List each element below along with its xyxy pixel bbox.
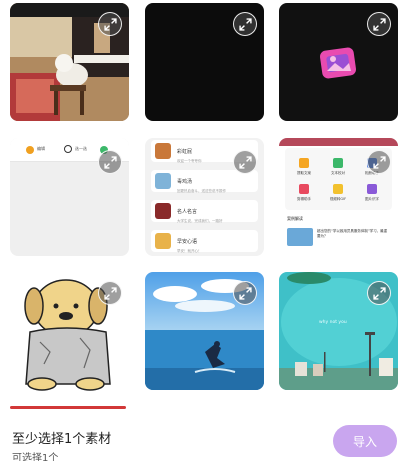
expand-arrows-icon (372, 286, 386, 300)
toolbar-mid-label: 选一选 (75, 146, 87, 151)
expand-arrows-icon (372, 155, 386, 169)
media-picker: 编辑 选一选 彩虹屁欢迎一个夸夸你 毒鸡汤回更热血奋斗，送这些说不振作 名人名言… (0, 0, 403, 461)
refresh-icon (64, 145, 72, 153)
media-tile-surfer-sea[interactable] (145, 272, 264, 390)
item-sub: 早安！就开心！ (177, 249, 202, 253)
next-row-peek (10, 406, 126, 409)
card-text: 超出您的“学以致用员具服务体制”学习，最重要为？ (317, 229, 388, 238)
tool-icon (299, 184, 309, 194)
expand-button[interactable] (233, 150, 257, 174)
tool-icon (367, 184, 377, 194)
expand-button[interactable] (233, 12, 257, 36)
selection-hint: 至少选择1个素材 (12, 432, 112, 447)
orange-dot-icon (26, 146, 34, 154)
toolbar-left-label: 编辑 (37, 146, 45, 151)
tool-item: 剪辑助手 (291, 184, 317, 202)
media-tile-piano-dog[interactable] (10, 3, 129, 121)
card-thumb (287, 228, 313, 246)
expand-arrows-icon (103, 286, 117, 300)
tool-item: 图片识字 (359, 184, 385, 202)
section-title: 案例解读 (287, 216, 303, 221)
list-item: 早安心语早安！就开心！ (151, 230, 258, 253)
item-sub: 欢迎一个夸夸你 (177, 159, 202, 163)
expand-button[interactable] (367, 150, 391, 174)
thumb-icon (155, 203, 171, 219)
list-item: 名人名言大学生说，完成我们，一路好 (151, 200, 258, 223)
selection-limit: 可选择1个 (12, 453, 59, 461)
item-sub: 大学生说，完成我们，一路好 (177, 219, 223, 223)
expand-button[interactable] (367, 12, 391, 36)
expand-arrows-icon (372, 17, 386, 31)
tool-item: 文本校对 (325, 158, 351, 176)
media-tile-tools-screenshot[interactable]: 提取文案 文本校对 相册助手 剪辑助手 视频转GIF 图片识字 案例解读 超出您… (279, 138, 398, 256)
expand-button[interactable] (98, 12, 122, 36)
expand-arrows-icon (103, 17, 117, 31)
expand-arrows-icon (103, 155, 117, 169)
media-tile-app-screenshot[interactable]: 编辑 选一选 (10, 138, 129, 256)
tool-icon (299, 158, 309, 168)
case-card: 超出您的“学以致用员具服务体制”学习，最重要为？ (287, 226, 392, 250)
expand-arrows-icon (238, 17, 252, 31)
thumb-icon (155, 233, 171, 249)
media-tile-teal-lake[interactable]: why not you (279, 272, 398, 390)
selection-footer: 至少选择1个素材 可选择1个 导入 (0, 410, 403, 461)
tool-label: 图片识字 (365, 197, 379, 201)
expand-button[interactable] (98, 150, 122, 174)
tool-label: 视频转GIF (329, 197, 347, 201)
expand-button[interactable] (367, 281, 391, 305)
item-title: 名人名言 (177, 209, 198, 215)
media-tile-list-screenshot[interactable]: 彩虹屁欢迎一个夸夸你 毒鸡汤回更热血奋斗，送这些说不振作 名人名言大学生说，完成… (145, 138, 264, 256)
expand-button[interactable] (98, 281, 122, 305)
tool-item: 视频转GIF (325, 184, 351, 202)
screenshot-header (279, 138, 398, 146)
thumb-icon (155, 143, 171, 159)
item-title: 毒鸡汤 (177, 179, 193, 185)
tool-icon (333, 184, 343, 194)
overlay-caption: why not you (319, 320, 347, 325)
media-tile-cartoon-dog[interactable] (10, 272, 129, 392)
tool-label: 文本校对 (331, 171, 345, 175)
item-title: 彩虹屁 (177, 149, 193, 155)
tool-label: 提取文案 (297, 171, 311, 175)
expand-button[interactable] (233, 281, 257, 305)
tool-item: 提取文案 (291, 158, 317, 176)
media-tile-black[interactable] (145, 3, 264, 121)
expand-arrows-icon (238, 155, 252, 169)
tool-icon (333, 158, 343, 168)
media-tile-pink-icon[interactable] (279, 3, 398, 121)
import-button[interactable]: 导入 (333, 425, 397, 457)
tool-label: 剪辑助手 (297, 197, 311, 201)
expand-arrows-icon (238, 286, 252, 300)
item-title: 早安心语 (177, 239, 198, 245)
thumb-icon (155, 173, 171, 189)
item-sub: 回更热血奋斗，送这些说不振作 (177, 189, 226, 193)
